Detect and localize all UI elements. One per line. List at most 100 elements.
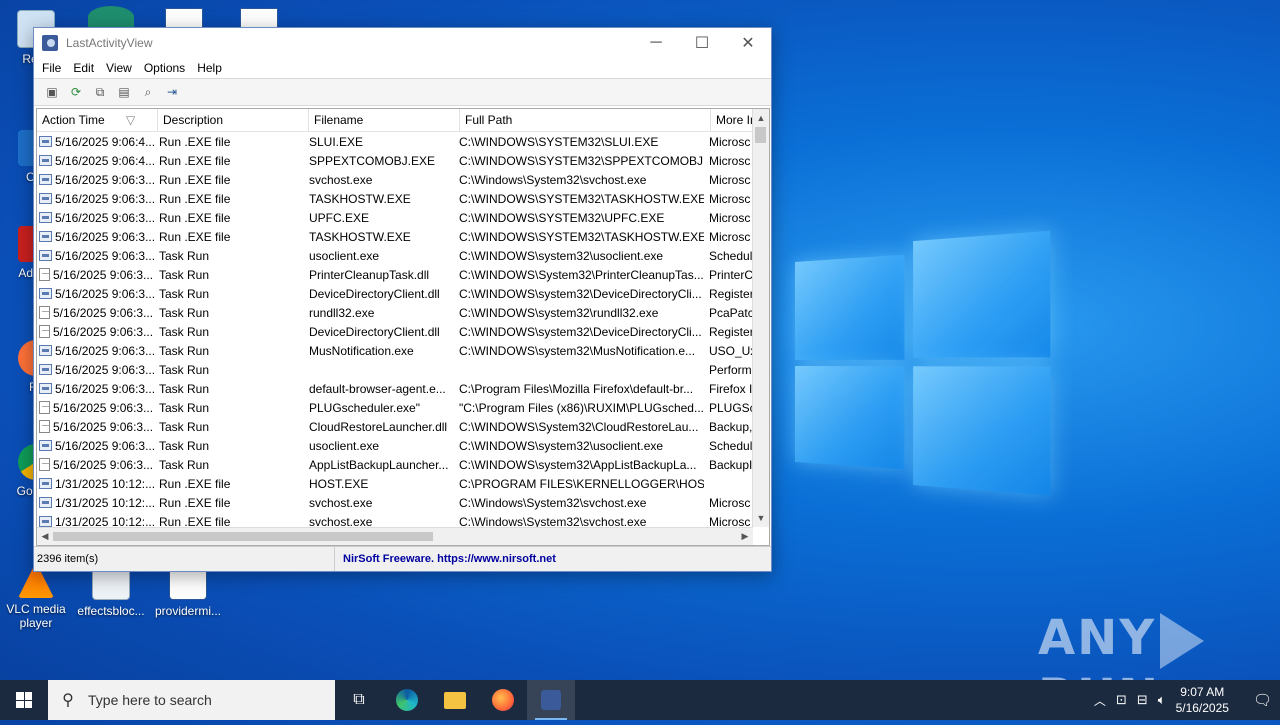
cell-action-time: 5/16/2025 9:06:4... xyxy=(37,135,154,149)
dll-file-icon xyxy=(39,325,50,338)
cell-full-path: C:\WINDOWS\system32\usoclient.exe xyxy=(459,248,664,263)
network-icon[interactable]: ⊟ xyxy=(1137,692,1148,708)
cell-filename: usoclient.exe xyxy=(309,438,380,453)
title-bar[interactable]: LastActivityView ─ ☐ ✕ xyxy=(34,28,771,58)
minimize-button[interactable]: ─ xyxy=(633,28,679,58)
cell-more-info: Microsc xyxy=(709,172,751,187)
clock-time: 9:07 AM xyxy=(1180,685,1225,699)
vertical-scroll-thumb[interactable] xyxy=(755,127,766,143)
maximize-button[interactable]: ☐ xyxy=(679,28,725,58)
column-description[interactable]: Description xyxy=(158,109,309,131)
properties-icon[interactable]: ▤ xyxy=(114,83,134,101)
cell-description: Run .EXE file xyxy=(159,172,231,187)
column-full-path[interactable]: Full Path xyxy=(460,109,711,131)
cell-action-time: 5/16/2025 9:06:3... xyxy=(37,439,154,453)
cell-full-path: C:\WINDOWS\system32\DeviceDirectoryCli..… xyxy=(459,286,702,301)
table-row[interactable]: 5/16/2025 9:06:3... Task Run DeviceDirecto… xyxy=(37,322,769,341)
table-row[interactable]: 5/16/2025 9:06:3... Task Run PrinterCleanu… xyxy=(37,265,769,284)
horizontal-scrollbar[interactable]: ◀ ▶ xyxy=(37,527,753,545)
scroll-left-icon[interactable]: ◀ xyxy=(37,528,53,545)
table-row[interactable]: 5/16/2025 9:06:3... Run .EXE file TASKHOST… xyxy=(37,189,769,208)
cell-description: Run .EXE file xyxy=(159,134,231,149)
table-row[interactable]: 5/16/2025 9:06:3... Task Run MusNotificati… xyxy=(37,341,769,360)
cell-description: Task Run xyxy=(159,457,210,472)
cell-filename: SLUI.EXE xyxy=(309,134,364,149)
nirsoft-link[interactable]: NirSoft Freeware. https://www.nirsoft.ne… xyxy=(335,553,556,565)
cell-action-time: 1/31/2025 10:12:... xyxy=(37,496,154,510)
clock[interactable]: 9:07 AM 5/16/2025 xyxy=(1176,684,1229,716)
table-row[interactable]: 5/16/2025 9:06:3... Task Run rundll32.exe C… xyxy=(37,303,769,322)
taskbar-search[interactable]: ⚲ Type here to search xyxy=(48,680,335,720)
taskbar-firefox[interactable] xyxy=(479,680,527,720)
device-icon[interactable]: ⊡ xyxy=(1116,692,1127,708)
cell-description: Task Run xyxy=(159,438,210,453)
table-row[interactable]: 1/31/2025 10:12:... Run .EXE file svchost.… xyxy=(37,493,769,512)
copy-icon[interactable]: ⧉ xyxy=(90,83,110,101)
desktop-icon-partial-edge[interactable] xyxy=(88,6,134,28)
menu-options[interactable]: Options xyxy=(138,61,191,75)
scroll-right-icon[interactable]: ▶ xyxy=(737,528,753,545)
table-row[interactable]: 5/16/2025 9:06:4... Run .EXE file SLUI.EXE… xyxy=(37,132,769,151)
cell-full-path: C:\Windows\System32\svchost.exe xyxy=(459,495,647,510)
menu-file[interactable]: File xyxy=(36,61,67,75)
exe-file-icon xyxy=(39,478,52,489)
notification-icon[interactable]: 🗨︎ xyxy=(1253,691,1272,709)
cell-action-time: 5/16/2025 9:06:3... xyxy=(37,382,154,396)
exe-file-icon xyxy=(39,136,52,147)
table-row[interactable]: 5/16/2025 9:06:3... Task Run default-brows… xyxy=(37,379,769,398)
cell-filename: TASKHOSTW.EXE xyxy=(309,229,411,244)
task-view-button[interactable]: ⧉ xyxy=(335,680,383,720)
table-row[interactable]: 5/16/2025 9:06:3... Task Run DeviceDirecto… xyxy=(37,284,769,303)
system-tray: ︿ ⊡ ⊟ 🔈︎ 9:07 AM 5/16/2025 🗨︎ xyxy=(1094,684,1280,716)
cell-action-time: 5/16/2025 9:06:3... xyxy=(37,420,154,434)
taskbar-file-explorer[interactable] xyxy=(431,680,479,720)
vertical-scrollbar[interactable]: ▲ ▼ xyxy=(752,109,769,527)
exit-icon[interactable]: ⇥ xyxy=(162,83,182,101)
cell-more-info: Microsc xyxy=(709,191,751,206)
start-button[interactable] xyxy=(0,680,48,720)
desktop-icon-vlc[interactable]: VLC media player xyxy=(0,562,74,630)
refresh-icon[interactable]: ⟳ xyxy=(66,83,86,101)
table-row[interactable]: 5/16/2025 9:06:3... Task Run PLUGscheduler… xyxy=(37,398,769,417)
menu-view[interactable]: View xyxy=(100,61,138,75)
column-filename[interactable]: Filename xyxy=(309,109,460,131)
horizontal-scroll-thumb[interactable] xyxy=(53,532,433,541)
save-icon[interactable]: ▣ xyxy=(42,83,62,101)
menu-help[interactable]: Help xyxy=(191,61,228,75)
table-row[interactable]: 5/16/2025 9:06:3... Task Run CloudRestoreL… xyxy=(37,417,769,436)
table-row[interactable]: 5/16/2025 9:06:3... Run .EXE file TASKHOST… xyxy=(37,227,769,246)
exe-file-icon xyxy=(39,497,52,508)
table-row[interactable]: 5/16/2025 9:06:3... Run .EXE file UPFC.EXE… xyxy=(37,208,769,227)
table-row[interactable]: 5/16/2025 9:06:3... Task Run usoclient.exe… xyxy=(37,436,769,455)
cell-full-path: "C:\Program Files (x86)\RUXIM\PLUGsched.… xyxy=(459,400,704,415)
table-row[interactable]: 5/16/2025 9:06:3... Run .EXE file svchost.… xyxy=(37,170,769,189)
table-row[interactable]: 5/16/2025 9:06:4... Run .EXE file SPPEXTCO… xyxy=(37,151,769,170)
scroll-up-icon[interactable]: ▲ xyxy=(753,111,769,125)
menu-edit[interactable]: Edit xyxy=(67,61,100,75)
cell-full-path: C:\WINDOWS\SYSTEM32\UPFC.EXE xyxy=(459,210,665,225)
column-action-time[interactable]: Action Time ▽ xyxy=(37,109,158,131)
window-title: LastActivityView xyxy=(66,36,153,50)
find-icon[interactable]: ⌕ xyxy=(138,83,158,101)
chevron-up-icon[interactable]: ︿ xyxy=(1094,692,1106,709)
dll-file-icon xyxy=(39,458,50,471)
taskbar-lastactivityview[interactable] xyxy=(527,680,575,720)
table-row[interactable]: 1/31/2025 10:12:... Run .EXE file HOST.EXE… xyxy=(37,474,769,493)
app-icon xyxy=(42,35,58,51)
table-row[interactable]: 5/16/2025 9:06:3... Task Run usoclient.exe… xyxy=(37,246,769,265)
toolbar: ▣ ⟳ ⧉ ▤ ⌕ ⇥ xyxy=(34,78,771,106)
exe-file-icon xyxy=(39,250,52,261)
scroll-down-icon[interactable]: ▼ xyxy=(753,511,769,525)
document-icon xyxy=(39,401,50,414)
lastactivityview-window[interactable]: LastActivityView ─ ☐ ✕ File Edit View Op… xyxy=(33,27,772,572)
activity-list[interactable]: Action Time ▽ Description Filename Full … xyxy=(36,108,770,546)
table-row[interactable]: 5/16/2025 9:06:3... Task Run AppListBackup… xyxy=(37,455,769,474)
taskbar-edge[interactable] xyxy=(383,680,431,720)
cell-more-info: USO_Ux xyxy=(709,343,757,358)
volume-icon[interactable]: 🔈︎ xyxy=(1158,692,1166,708)
close-button[interactable]: ✕ xyxy=(725,28,771,58)
cell-description: Task Run xyxy=(159,324,210,339)
table-row[interactable]: 5/16/2025 9:06:3... Task Run Perform xyxy=(37,360,769,379)
cell-full-path: C:\WINDOWS\system32\rundll32.exe xyxy=(459,305,659,320)
cell-filename: SPPEXTCOMOBJ.EXE xyxy=(309,153,436,168)
